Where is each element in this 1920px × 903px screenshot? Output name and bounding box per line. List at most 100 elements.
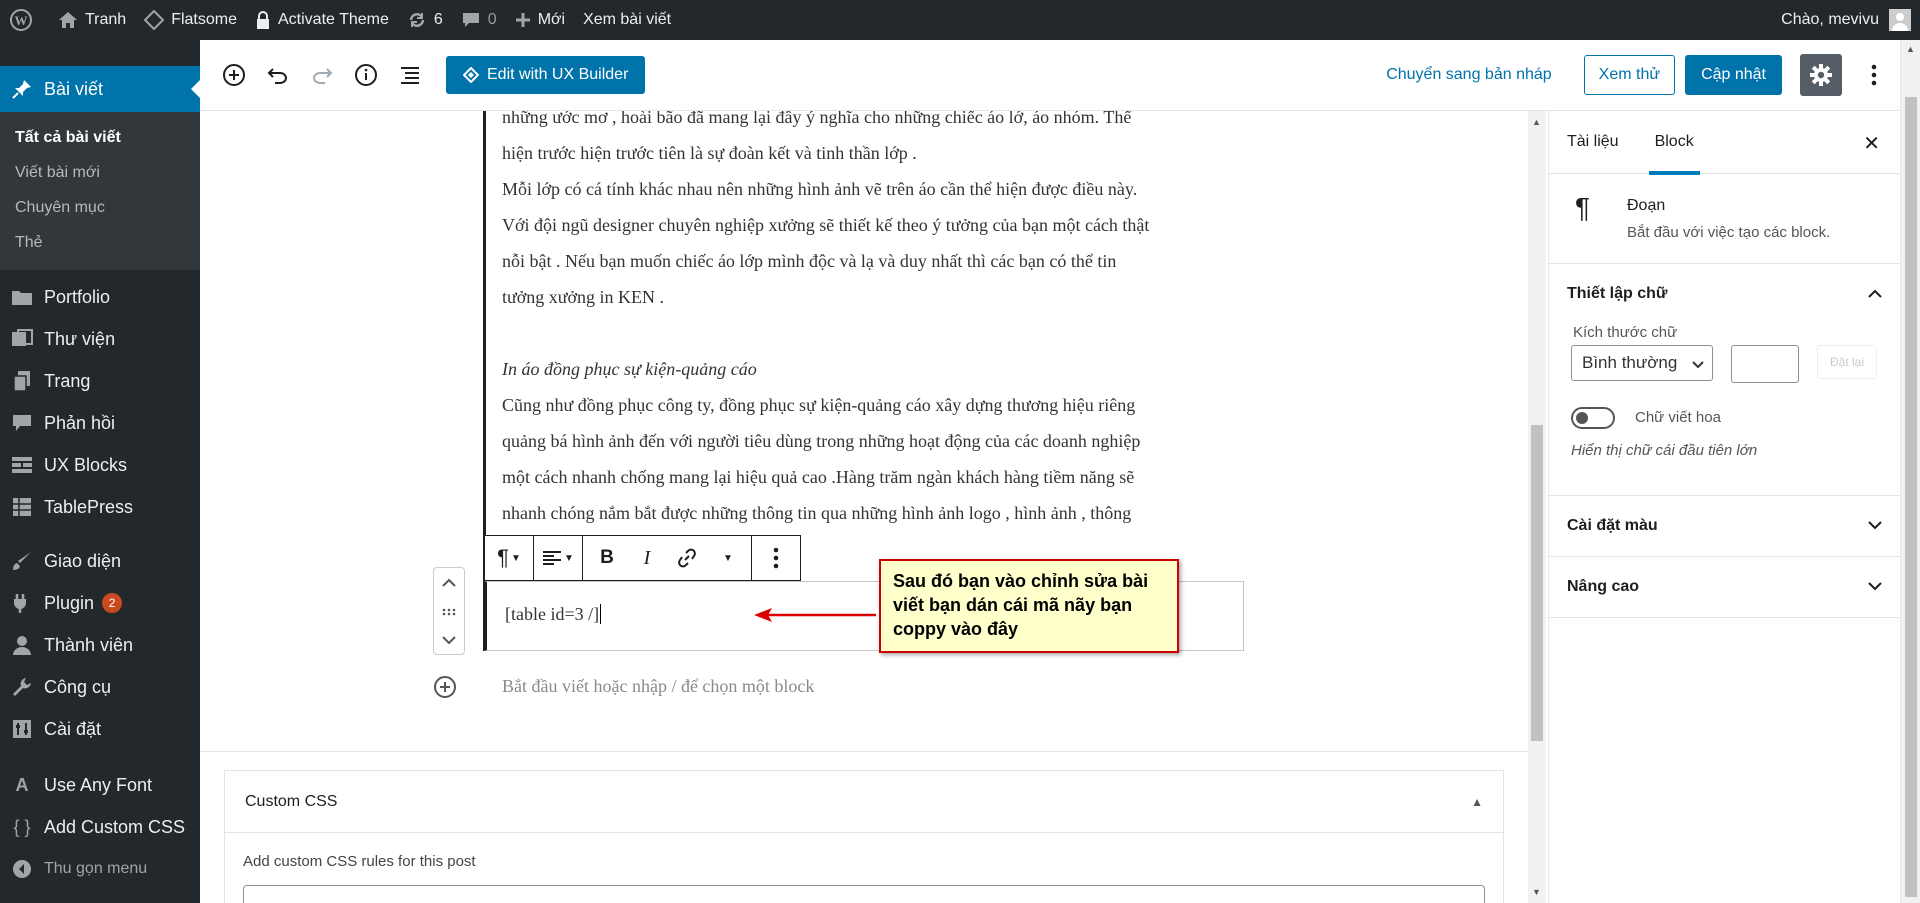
paragraph-line: Với đội ngũ designer chuyên nghiệp xưởng… bbox=[502, 215, 1150, 235]
collapse-menu-button[interactable]: Thu gọn menu bbox=[0, 848, 200, 890]
theme-link[interactable]: Flatsome bbox=[135, 0, 246, 40]
pilcrow-icon: ¶ bbox=[497, 545, 509, 570]
update-button[interactable]: Cập nhật bbox=[1685, 55, 1782, 95]
menu-item-comments[interactable]: Phản hồi bbox=[0, 402, 200, 444]
italic-button[interactable]: I bbox=[627, 536, 667, 580]
custom-css-panel-header[interactable]: Custom CSS ▲ bbox=[225, 771, 1503, 833]
redo-icon bbox=[313, 68, 333, 84]
block-type-switcher[interactable]: ¶ ▼ bbox=[489, 536, 529, 580]
site-name-link[interactable]: Tranh bbox=[49, 0, 135, 40]
custom-css-panel: Custom CSS ▲ Add custom CSS rules for th… bbox=[224, 770, 1504, 903]
block-navigation-button[interactable] bbox=[388, 53, 432, 97]
block-toolbar: ¶ ▼ ▼ B I ▼ bbox=[484, 535, 801, 581]
svg-text:W: W bbox=[15, 13, 28, 28]
menu-item-plugins[interactable]: Plugin 2 bbox=[0, 582, 200, 624]
font-size-label: Kích thước chữ bbox=[1573, 324, 1678, 341]
typography-panel-header[interactable]: Thiết lập chữ bbox=[1549, 264, 1900, 324]
close-icon[interactable]: ✕ bbox=[1863, 131, 1880, 156]
settings-button[interactable] bbox=[1800, 54, 1842, 96]
menu-item-settings[interactable]: Cài đặt bbox=[0, 708, 200, 750]
scroll-down-icon[interactable]: ▼ bbox=[1532, 887, 1541, 897]
menu-item-appearance[interactable]: Giao diện bbox=[0, 540, 200, 582]
reset-button[interactable]: Đặt lại bbox=[1817, 345, 1877, 379]
advanced-title: Nâng cao bbox=[1567, 578, 1640, 595]
move-up-icon[interactable] bbox=[442, 574, 456, 590]
updates-count: 6 bbox=[433, 11, 443, 28]
undo-button[interactable] bbox=[256, 53, 300, 97]
default-block-appender[interactable]: Bắt đầu viết hoặc nhập / để chọn một blo… bbox=[502, 676, 814, 697]
plus-icon bbox=[515, 13, 530, 27]
color-settings-panel-header[interactable]: Cài đặt màu bbox=[1549, 496, 1900, 556]
menu-item-add-custom-css[interactable]: { } Add Custom CSS bbox=[0, 806, 200, 848]
edit-with-ux-builder-button[interactable]: Edit with UX Builder bbox=[446, 56, 646, 94]
new-content-link[interactable]: Mới bbox=[506, 0, 574, 40]
menu-item-media[interactable]: Thư viện bbox=[0, 318, 200, 360]
view-post-link[interactable]: Xem bài viết bbox=[574, 0, 680, 40]
more-options-button[interactable] bbox=[1852, 53, 1896, 97]
menu-label-ux-blocks: UX Blocks bbox=[44, 454, 128, 475]
comments-count: 0 bbox=[487, 11, 497, 28]
content-scrollbar[interactable]: ▲ ▼ bbox=[1528, 111, 1546, 903]
drag-handle-icon[interactable] bbox=[442, 603, 456, 619]
submenu-new-post[interactable]: Viết bài mới bbox=[0, 155, 200, 190]
switch-to-draft-link[interactable]: Chuyển sang bản nháp bbox=[1386, 66, 1551, 84]
chevron-down-icon bbox=[1692, 354, 1704, 374]
window-scrollbar[interactable]: ▲ bbox=[1900, 40, 1920, 903]
caret-down-icon: ▼ bbox=[510, 552, 521, 564]
custom-font-size-input[interactable] bbox=[1731, 345, 1799, 383]
menu-item-use-any-font[interactable]: A Use Any Font bbox=[0, 764, 200, 806]
pin-icon bbox=[10, 77, 34, 101]
menu-label-add-custom-css: Add Custom CSS bbox=[44, 816, 186, 837]
submenu-categories[interactable]: Chuyên mục bbox=[0, 190, 200, 225]
redo-button[interactable] bbox=[300, 53, 344, 97]
submenu-tags[interactable]: Thẻ bbox=[0, 225, 200, 260]
custom-css-textarea[interactable] bbox=[243, 885, 1485, 903]
add-block-button[interactable] bbox=[212, 53, 256, 97]
account-menu[interactable]: Chào, mevivu bbox=[1772, 0, 1920, 40]
menu-item-ux-blocks[interactable]: UX Blocks bbox=[0, 444, 200, 486]
activate-theme-link[interactable]: Activate Theme bbox=[246, 0, 398, 40]
info-icon bbox=[355, 64, 377, 86]
more-formats-button[interactable]: ▼ bbox=[707, 536, 747, 580]
more-vertical-icon bbox=[1871, 64, 1877, 86]
table-icon bbox=[10, 495, 34, 519]
menu-label-tools: Công cụ bbox=[44, 676, 112, 697]
advanced-panel-header[interactable]: Nâng cao bbox=[1549, 557, 1900, 617]
paragraph-block[interactable]: những ước mơ , hoài bão đã mang lại đầy … bbox=[502, 111, 1242, 531]
preview-button[interactable]: Xem thử bbox=[1583, 55, 1676, 95]
scroll-up-icon[interactable]: ▲ bbox=[1532, 117, 1541, 127]
paragraph-line: nhanh chóng nắm bắt được những thông tin… bbox=[502, 503, 1132, 523]
menu-item-tools[interactable]: Công cụ bbox=[0, 666, 200, 708]
drop-cap-label: Chữ viết hoa bbox=[1635, 409, 1721, 426]
align-button[interactable]: ▼ bbox=[538, 536, 578, 580]
paintbrush-icon bbox=[10, 549, 34, 573]
content-info-button[interactable] bbox=[344, 53, 388, 97]
content-scrollbar-thumb[interactable] bbox=[1531, 425, 1543, 741]
menu-item-pages[interactable]: Trang bbox=[0, 360, 200, 402]
bold-button[interactable]: B bbox=[587, 536, 627, 580]
wordpress-logo-icon[interactable]: W bbox=[0, 0, 49, 40]
blocks-icon bbox=[10, 453, 34, 477]
menu-item-tablepress[interactable]: TablePress bbox=[0, 486, 200, 528]
updates-link[interactable]: 6 bbox=[398, 0, 452, 40]
font-size-select[interactable]: Bình thường bbox=[1571, 345, 1713, 381]
menu-item-posts[interactable]: Bài viết bbox=[0, 66, 200, 112]
ux-builder-icon bbox=[463, 67, 479, 83]
reset-label: Đặt lại bbox=[1829, 355, 1864, 369]
block-options-button[interactable] bbox=[756, 536, 796, 580]
link-button[interactable] bbox=[667, 536, 707, 580]
chevron-up-icon bbox=[1868, 285, 1882, 303]
tab-block[interactable]: Block bbox=[1637, 111, 1712, 175]
inserter-button[interactable] bbox=[433, 675, 459, 701]
scroll-up-icon[interactable]: ▲ bbox=[1906, 44, 1915, 54]
braces-icon: { } bbox=[13, 816, 31, 837]
window-scrollbar-thumb[interactable] bbox=[1905, 97, 1917, 897]
submenu-all-posts[interactable]: Tất cả bài viết bbox=[0, 120, 200, 155]
menu-item-users[interactable]: Thành viên bbox=[0, 624, 200, 666]
comments-link[interactable]: 0 bbox=[452, 0, 506, 40]
panel-toggle-icon[interactable]: ▲ bbox=[1471, 795, 1483, 809]
move-down-icon[interactable] bbox=[442, 632, 456, 648]
tab-document[interactable]: Tài liệu bbox=[1549, 111, 1637, 174]
menu-item-portfolio[interactable]: Portfolio bbox=[0, 276, 200, 318]
drop-cap-toggle[interactable] bbox=[1571, 407, 1615, 429]
